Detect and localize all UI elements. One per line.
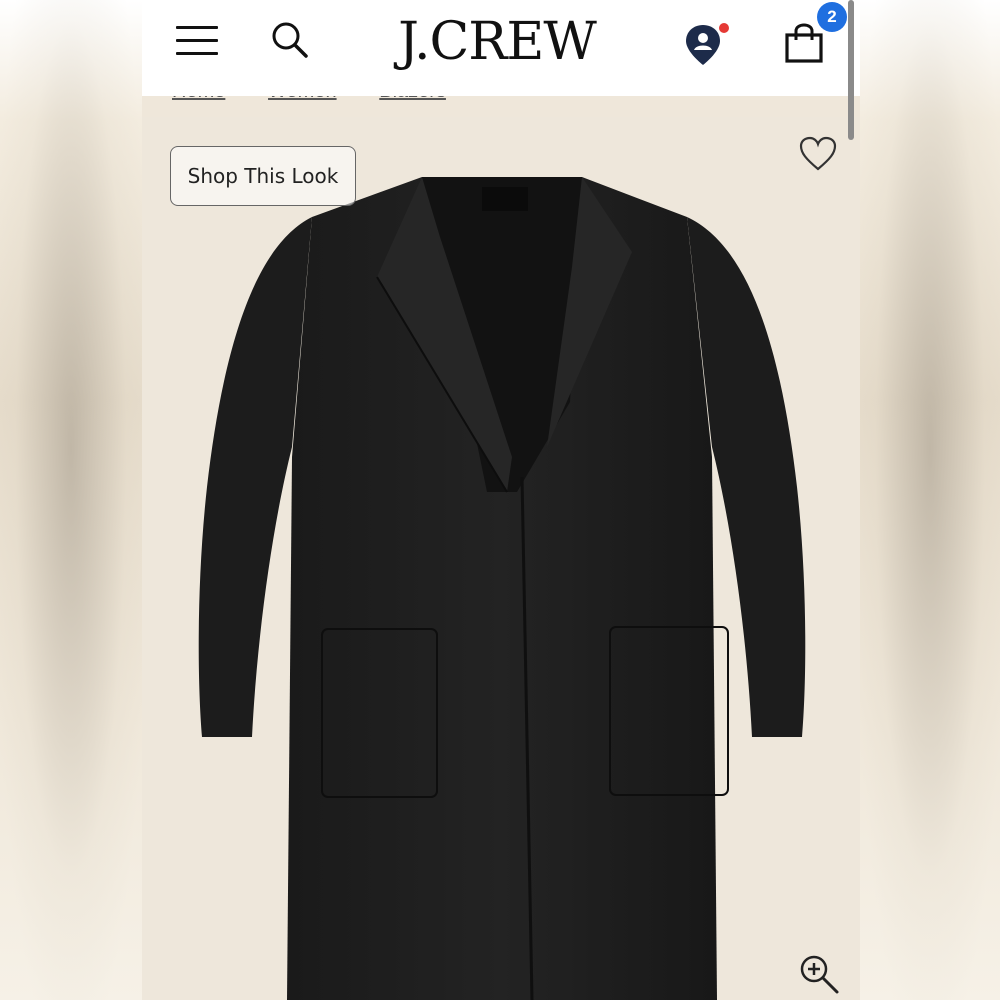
- hamburger-menu-icon[interactable]: [176, 26, 218, 56]
- shop-this-look-button[interactable]: Shop This Look: [170, 146, 356, 206]
- jcrew-logo[interactable]: J.CREW: [392, 12, 602, 72]
- phone-screen: J.CREW 2 Home › Women › Blazers: [142, 0, 860, 1000]
- right-blurred-gutter: [860, 0, 1000, 1000]
- product-image: [198, 177, 806, 1000]
- left-blurred-gutter: [0, 0, 142, 1000]
- zoom-in-icon[interactable]: [798, 953, 840, 995]
- product-image-area[interactable]: Shop This Look: [142, 117, 860, 1000]
- site-header: J.CREW 2: [142, 0, 860, 96]
- scrollbar[interactable]: [848, 0, 854, 140]
- bag-count-badge: 2: [817, 2, 847, 32]
- location-pin-icon[interactable]: [683, 21, 729, 67]
- heart-icon[interactable]: [798, 135, 838, 173]
- search-icon[interactable]: [270, 20, 310, 60]
